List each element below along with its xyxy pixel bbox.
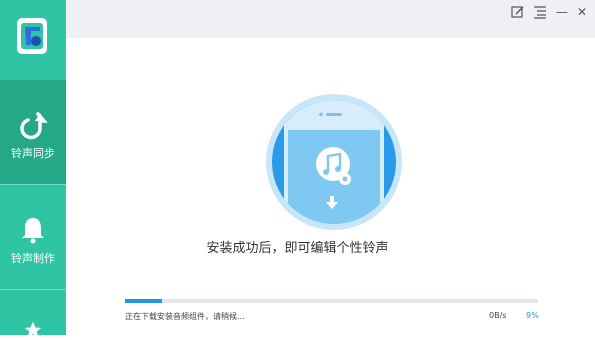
install-message: 安装成功后，即可编辑个性铃声	[206, 241, 389, 256]
sidebar-item-favorites[interactable]	[0, 289, 66, 338]
minimize-button[interactable]: —	[554, 4, 570, 20]
phone-ringtone-illustration	[266, 94, 402, 230]
star-icon	[24, 321, 42, 338]
close-button[interactable]: ✕	[574, 4, 590, 20]
download-progress-bar	[125, 299, 538, 303]
upload-arrow-icon	[20, 112, 48, 140]
download-percent: 9%	[526, 311, 539, 320]
download-status-text: 正在下载安装音频组件，请稍候...	[125, 312, 245, 321]
progress-fill	[125, 299, 163, 303]
title-bar: — ✕	[66, 0, 595, 38]
download-speed: 0B/s	[489, 311, 507, 320]
sidebar-item-label: 铃声同步	[11, 147, 55, 160]
sidebar: 铃声同步 铃声制作	[0, 0, 66, 338]
menu-icon[interactable]	[532, 4, 548, 20]
app-logo-icon	[17, 18, 47, 54]
sidebar-item-ringtone-sync[interactable]: 铃声同步	[0, 80, 66, 184]
feedback-icon[interactable]	[510, 4, 526, 20]
